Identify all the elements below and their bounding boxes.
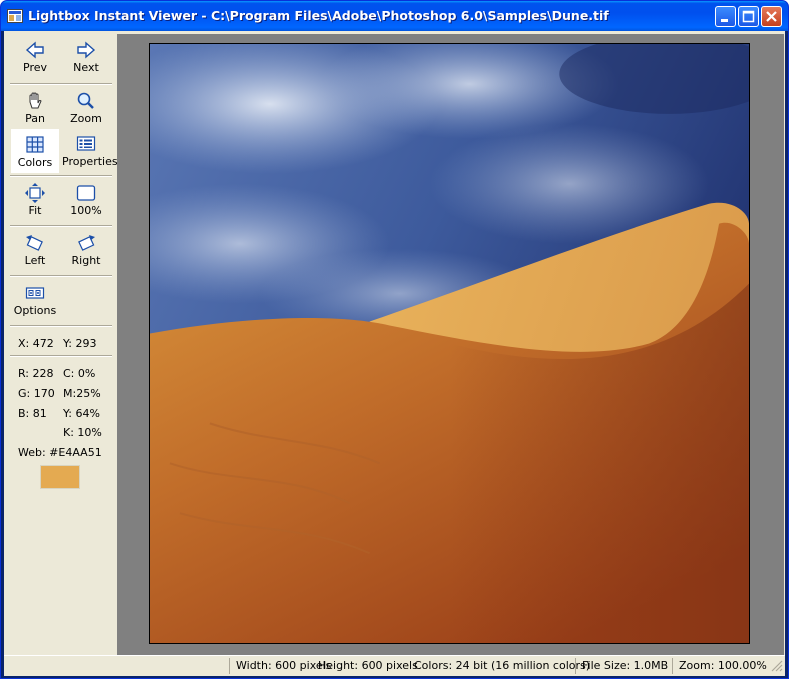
colors-button[interactable]: Colors [11,129,59,173]
separator [10,355,112,357]
maximize-icon [742,10,755,23]
cmyk-c: C: 0% [63,367,96,380]
pan-label: Pan [25,112,45,125]
properties-icon [76,136,96,151]
status-zoom: Zoom: 100.00% [672,658,768,674]
magnifier-icon [77,92,94,109]
pan-button[interactable]: Pan [11,86,59,130]
separator [10,175,112,177]
cmyk-y: Y: 64% [63,407,100,420]
app-window: Lightbox Instant Viewer - C:\Program Fil… [0,0,789,679]
status-colors: Colors: 24 bit (16 million colors) [414,659,591,672]
status-bar: Width: 600 pixels Height: 600 pixels Col… [4,655,785,676]
color-swatch [40,465,80,489]
cursor-y: Y: 293 [63,337,97,350]
close-icon [766,11,777,22]
separator [10,275,112,277]
colors-label: Colors [17,156,53,169]
minimize-icon [721,19,728,22]
options-button[interactable]: Options [11,278,59,322]
fit-arrows-icon [25,183,45,203]
options-icon [25,287,45,299]
separator [10,325,112,327]
fit-label: Fit [28,204,42,217]
web-color: Web: #E4AA51 [18,446,102,459]
next-button[interactable]: Next [62,35,110,79]
cmyk-k: K: 10% [63,426,102,439]
status-width: Width: 600 pixels [229,658,331,674]
image-viewport[interactable] [117,34,784,655]
rotate-left-button[interactable]: Left [11,228,59,272]
properties-label: Properties [62,155,118,168]
actual-size-label: 100% [70,204,102,217]
actual-size-icon [76,185,96,201]
grid-icon [26,136,44,153]
status-height: Height: 600 pixels [318,659,418,672]
actual-size-button[interactable]: 100% [62,178,110,222]
prev-button[interactable]: Prev [11,35,59,79]
arrow-left-icon [25,41,44,59]
separator [10,83,112,85]
minimize-button[interactable] [715,6,736,27]
zoom-label: Zoom [70,112,102,125]
close-button[interactable] [761,6,782,27]
properties-button[interactable]: Properties [62,129,118,173]
dune-photo [149,43,750,644]
status-filesize: File Size: 1.0MB [575,658,672,674]
rotate-right-label: Right [71,254,101,267]
window-title: Lightbox Instant Viewer - C:\Program Fil… [28,8,609,23]
rotate-right-icon [78,235,95,251]
arrow-right-icon [77,41,96,59]
title-bar[interactable]: Lightbox Instant Viewer - C:\Program Fil… [1,1,788,31]
rotate-left-icon [26,235,43,251]
resize-grip-icon[interactable] [771,660,783,672]
rgb-g: G: 170 [18,387,55,400]
rgb-b: B: 81 [18,407,47,420]
cursor-x: X: 472 [18,337,54,350]
rotate-right-button[interactable]: Right [62,228,110,272]
rgb-r: R: 228 [18,367,54,380]
hand-icon [29,92,42,109]
app-icon[interactable] [7,9,23,23]
zoom-button[interactable]: Zoom [62,86,110,130]
rotate-left-label: Left [24,254,46,267]
prev-label: Prev [23,61,47,74]
cmyk-m: M:25% [63,387,101,400]
next-label: Next [73,61,99,74]
client-area: Prev Next Pan Zoom Colors Properties Fit… [4,31,785,676]
fit-button[interactable]: Fit [11,178,59,222]
maximize-button[interactable] [738,6,759,27]
options-label: Options [13,304,57,317]
sidebar: Prev Next Pan Zoom Colors Properties Fit… [4,31,118,655]
separator [10,225,112,227]
